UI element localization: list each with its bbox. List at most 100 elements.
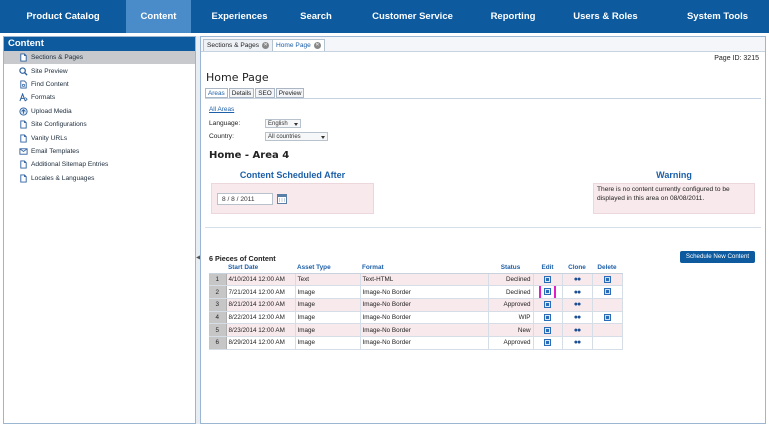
row-status: Approved — [488, 336, 534, 350]
row-status: Approved — [488, 298, 534, 312]
column-header-format[interactable]: Format — [360, 263, 488, 274]
edit-icon[interactable] — [544, 288, 551, 296]
clone-icon[interactable]: ●● — [574, 327, 582, 334]
delete-cell — [592, 285, 623, 299]
schedule-date-input[interactable]: 8 / 8 / 2011 — [217, 193, 273, 205]
delete-icon[interactable] — [603, 313, 611, 321]
sidebar-item-upload-media[interactable]: Upload Media — [4, 105, 195, 118]
clone-icon[interactable]: ●● — [574, 276, 582, 283]
row-format: Image-No Border — [360, 311, 489, 325]
row-start-date: 8/23/2014 12:00 AM — [226, 323, 296, 337]
nav-search[interactable]: Search — [288, 0, 344, 33]
row-format: Image-No Border — [360, 285, 489, 299]
sidebar-item-label: Vanity URLs — [31, 134, 68, 142]
clone-icon[interactable]: ●● — [574, 314, 582, 321]
table-row[interactable]: 2 7/21/2014 12:00 AM Image Image-No Bord… — [209, 285, 623, 299]
nav-users-roles[interactable]: Users & Roles — [545, 0, 666, 33]
nav-product-catalog[interactable]: Product Catalog — [0, 0, 126, 33]
upload-icon — [19, 107, 28, 116]
country-select[interactable]: All countries — [265, 132, 328, 141]
sidebar-item-label: Site Configurations — [31, 121, 87, 129]
chevron-down-icon — [321, 136, 325, 139]
all-areas-link[interactable]: All Areas — [209, 106, 234, 113]
clone-icon[interactable]: ●● — [574, 339, 582, 346]
row-start-date: 8/21/2014 12:00 AM — [226, 298, 296, 312]
sidebar-item-label: Formats — [31, 94, 56, 102]
clone-icon[interactable]: ●● — [574, 289, 582, 296]
warning-message: There is no content currently configured… — [593, 183, 755, 214]
tab-areas[interactable]: Areas — [205, 88, 228, 98]
page-id: Page ID: 3215 — [714, 55, 759, 62]
language-value: English — [268, 121, 288, 127]
edit-icon[interactable] — [544, 301, 551, 309]
delete-cell — [592, 323, 623, 337]
nav-customer-service[interactable]: Customer Service — [344, 0, 481, 33]
edit-cell — [533, 285, 563, 299]
edit-icon[interactable] — [544, 313, 551, 321]
tab-seo[interactable]: SEO — [255, 88, 275, 98]
warning-heading: Warning — [656, 170, 692, 180]
nav-reporting[interactable]: Reporting — [481, 0, 545, 33]
clone-cell: ●● — [562, 336, 593, 350]
country-label: Country: — [209, 133, 234, 140]
envelope-icon — [19, 148, 28, 155]
content-table: Start Date Asset Type Format Status Edit… — [209, 263, 623, 350]
sidebar-item-email-templates[interactable]: Email Templates — [4, 145, 195, 158]
row-asset-type: Text — [295, 273, 361, 287]
table-row[interactable]: 1 4/10/2014 12:00 AM Text Text-HTML Decl… — [209, 273, 623, 287]
sidebar-item-sections-pages[interactable]: Sections & Pages — [4, 51, 195, 65]
tab-details[interactable]: Details — [228, 88, 255, 98]
delete-icon[interactable] — [603, 275, 611, 283]
schedule-new-content-button[interactable]: Schedule New Content — [680, 251, 755, 263]
table-row[interactable]: 3 8/21/2014 12:00 AM Image Image-No Bord… — [209, 298, 623, 312]
row-start-date: 7/21/2014 12:00 AM — [226, 285, 296, 299]
page-title: Home Page — [206, 71, 269, 84]
sidebar-item-vanity-urls[interactable]: Vanity URLs — [4, 131, 195, 144]
sidebar-item-site-preview[interactable]: Site Preview — [4, 64, 195, 77]
close-icon[interactable]: ✕ — [313, 42, 321, 49]
doc-tab-home-page[interactable]: Home Page ✕ — [272, 39, 325, 51]
column-header-asset-type[interactable]: Asset Type — [295, 263, 360, 274]
sidebar-item-additional-sitemap-entries[interactable]: Additional Sitemap Entries — [4, 158, 195, 171]
delete-icon[interactable] — [603, 288, 611, 296]
column-header-status[interactable]: Status — [488, 263, 533, 274]
sidebar-item-find-content[interactable]: Find Content — [4, 78, 195, 91]
content-count: 6 Pieces of Content — [209, 254, 276, 263]
row-start-date: 8/29/2014 12:00 AM — [226, 336, 296, 350]
clone-cell: ●● — [562, 285, 593, 299]
sidebar-item-label: Locales & Languages — [31, 174, 95, 182]
sidebar-item-locales-languages[interactable]: Locales & Languages — [4, 172, 195, 185]
column-header-edit: Edit — [533, 263, 562, 274]
chevron-down-icon — [294, 123, 298, 126]
sidebar-item-site-configurations[interactable]: Site Configurations — [4, 118, 195, 131]
row-format: Image-No Border — [360, 336, 489, 350]
nav-experiences[interactable]: Experiences — [191, 0, 288, 33]
table-header-row: Start Date Asset Type Format Status Edit… — [209, 263, 622, 274]
table-row[interactable]: 5 8/23/2014 12:00 AM Image Image-No Bord… — [209, 323, 623, 337]
edit-icon[interactable] — [544, 275, 551, 283]
row-start-date: 8/22/2014 12:00 AM — [226, 311, 296, 325]
close-icon[interactable]: ✕ — [262, 42, 270, 49]
row-start-date: 4/10/2014 12:00 AM — [226, 273, 296, 287]
row-asset-type: Image — [295, 311, 361, 325]
delete-cell — [592, 336, 623, 350]
schedule-panel: 8 / 8 / 2011 — [211, 183, 374, 214]
table-row[interactable]: 6 8/29/2014 12:00 AM Image Image-No Bord… — [209, 336, 623, 350]
row-index: 6 — [209, 336, 227, 350]
tab-preview[interactable]: Preview — [275, 88, 305, 98]
edit-icon[interactable] — [544, 326, 551, 334]
column-header-start-date[interactable]: Start Date — [226, 263, 295, 274]
clone-icon[interactable]: ●● — [574, 301, 582, 308]
nav-system-tools[interactable]: System Tools — [666, 0, 769, 33]
doc-tab-sections-pages[interactable]: Sections & Pages ✕ — [203, 39, 274, 51]
edit-cell — [533, 336, 563, 350]
clone-cell: ●● — [562, 298, 593, 312]
edit-icon[interactable] — [544, 339, 551, 347]
table-row[interactable]: 4 8/22/2014 12:00 AM Image Image-No Bord… — [209, 311, 623, 325]
clone-cell: ●● — [562, 323, 593, 337]
language-select[interactable]: English — [265, 119, 301, 128]
sidebar-item-formats[interactable]: Formats — [4, 91, 195, 104]
calendar-icon[interactable] — [277, 193, 287, 204]
row-index: 3 — [209, 298, 227, 312]
nav-content[interactable]: Content — [126, 0, 191, 33]
